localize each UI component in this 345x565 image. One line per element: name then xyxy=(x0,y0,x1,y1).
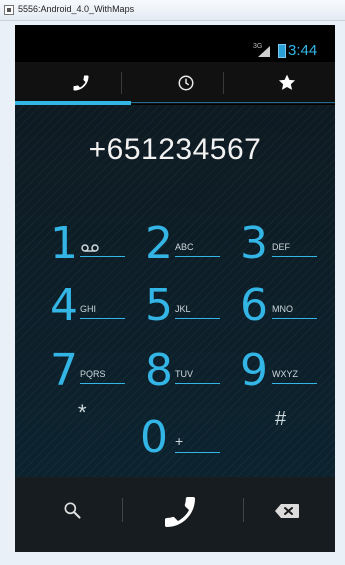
key-underline xyxy=(80,318,125,319)
key-digit: 5 xyxy=(145,280,173,331)
key-letters: WXYZ xyxy=(272,369,298,379)
key-3[interactable]: 3 DEF xyxy=(240,218,320,278)
key-digit: 0 xyxy=(140,412,168,463)
emulator-app-icon xyxy=(4,5,14,15)
tab-favorites[interactable] xyxy=(238,62,335,104)
key-digit: 4 xyxy=(50,280,78,331)
key-letters: + xyxy=(175,433,184,449)
action-separator xyxy=(122,498,123,522)
tab-separator xyxy=(121,72,122,94)
key-digit: 6 xyxy=(240,280,268,331)
action-separator xyxy=(243,498,244,522)
key-digit: 3 xyxy=(240,218,268,269)
key-0[interactable]: 0 + xyxy=(140,412,220,472)
key-letters: PQRS xyxy=(80,369,106,379)
key-5[interactable]: 5 JKL xyxy=(145,280,220,340)
window-title: 5556:Android_4.0_WithMaps xyxy=(18,4,135,14)
key-6[interactable]: 6 MNO xyxy=(240,280,320,340)
key-8[interactable]: 8 TUV xyxy=(145,345,220,405)
key-underline xyxy=(175,256,220,257)
key-digit: 2 xyxy=(145,218,173,269)
tab-separator xyxy=(223,72,224,94)
voicemail-icon xyxy=(81,244,99,252)
key-9[interactable]: 9 WXYZ xyxy=(240,345,320,405)
key-digit: * xyxy=(78,400,87,425)
key-underline xyxy=(272,318,317,319)
key-letters: GHI xyxy=(80,304,97,314)
key-digit: 8 xyxy=(145,345,173,396)
search-button[interactable] xyxy=(62,500,82,525)
dialed-number[interactable]: +651234567 xyxy=(15,133,335,167)
emulator-window: 5556:Android_4.0_WithMaps 3G 3:44 +65123… xyxy=(0,0,345,565)
key-underline xyxy=(175,452,220,453)
tab-phone[interactable] xyxy=(30,62,131,104)
key-letters: ABC xyxy=(175,242,194,252)
window-titlebar: 5556:Android_4.0_WithMaps xyxy=(0,0,345,21)
key-digit: 1 xyxy=(50,218,78,269)
battery-icon xyxy=(278,44,286,58)
backspace-icon xyxy=(275,504,299,518)
key-7[interactable]: 7 PQRS xyxy=(50,345,130,405)
key-underline xyxy=(272,256,317,257)
phone-icon xyxy=(73,75,88,91)
call-button[interactable] xyxy=(160,492,200,537)
key-letters: MNO xyxy=(272,304,293,314)
key-underline xyxy=(272,383,317,384)
key-letters: TUV xyxy=(175,369,193,379)
key-digit: # xyxy=(275,408,287,430)
star-icon xyxy=(278,74,295,90)
key-2[interactable]: 2 ABC xyxy=(145,218,220,278)
key-letters: DEF xyxy=(272,242,290,252)
key-letters: JKL xyxy=(175,304,191,314)
key-underline xyxy=(175,383,220,384)
clock-icon xyxy=(178,75,194,91)
key-digit: 7 xyxy=(50,345,78,396)
key-1[interactable]: 1 xyxy=(50,218,130,278)
key-4[interactable]: 4 GHI xyxy=(50,280,130,340)
key-underline xyxy=(80,383,125,384)
phone-call-icon xyxy=(165,497,195,527)
dialer-tabs xyxy=(15,62,335,104)
key-star[interactable]: * xyxy=(78,398,108,458)
delete-button[interactable] xyxy=(274,503,300,524)
key-underline xyxy=(175,318,220,319)
signal-icon xyxy=(258,46,270,57)
key-digit: 9 xyxy=(240,345,268,396)
status-time: 3:44 xyxy=(288,42,318,59)
key-underline xyxy=(80,256,125,257)
search-icon xyxy=(64,502,81,519)
tab-recent[interactable] xyxy=(136,62,236,104)
key-hash[interactable]: # xyxy=(275,400,305,460)
status-bar: 3G 3:44 xyxy=(15,40,335,62)
